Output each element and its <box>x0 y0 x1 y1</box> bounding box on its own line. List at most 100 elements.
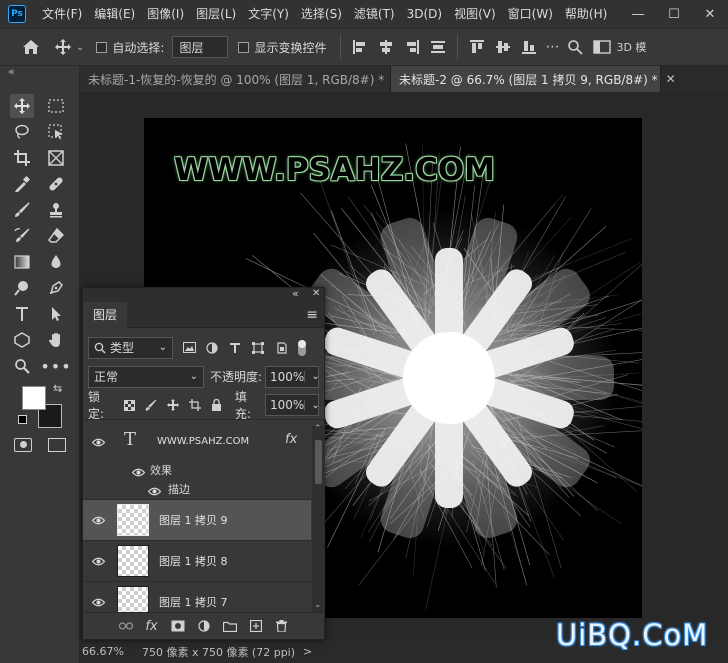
eye-icon[interactable] <box>147 485 162 499</box>
menu-edit[interactable]: 编辑(E) <box>88 0 141 28</box>
menu-help[interactable]: 帮助(H) <box>559 0 613 28</box>
menu-file[interactable]: 文件(F) <box>36 0 88 28</box>
tab-untitled-1[interactable]: 未标题-1-恢复的-恢复的 @ 100% (图层 1, RGB/8#) * ✕ <box>80 66 402 92</box>
menu-image[interactable]: 图像(I) <box>141 0 190 28</box>
align-top-icon[interactable] <box>469 39 485 55</box>
scroll-up-icon[interactable]: ⌃ <box>314 424 322 434</box>
shape-filter-icon[interactable] <box>251 341 265 355</box>
eye-icon[interactable] <box>131 466 146 480</box>
more-tools-icon[interactable]: ••• <box>40 354 70 378</box>
layer-row[interactable]: 图层 1 拷贝 8 <box>83 541 311 582</box>
crop-tool-icon[interactable] <box>10 146 34 170</box>
layer-row[interactable]: 图层 1 拷贝 9 <box>83 500 311 541</box>
delete-layer-icon[interactable] <box>274 618 290 634</box>
menu-view[interactable]: 视图(V) <box>448 0 502 28</box>
eye-icon[interactable] <box>83 557 113 566</box>
blend-mode-dropdown[interactable]: 正常 ⌄ <box>88 365 204 388</box>
text-layer-row[interactable]: T WWW.PSAHZ.COM fx 效果 描边 <box>83 426 311 500</box>
close-window-button[interactable]: ✕ <box>692 0 728 28</box>
eraser-tool-icon[interactable] <box>44 224 68 248</box>
add-mask-icon[interactable] <box>170 618 186 634</box>
zoom-level[interactable]: 66.67% <box>82 645 124 658</box>
adjustment-filter-icon[interactable] <box>205 341 219 355</box>
more-options-icon[interactable]: ⋯ <box>545 39 559 55</box>
swap-colors-icon[interactable]: ⇆ <box>53 382 62 395</box>
lock-transparency-icon[interactable] <box>123 398 137 412</box>
link-layers-icon[interactable] <box>118 618 134 634</box>
frame-tool-icon[interactable] <box>44 146 68 170</box>
distribute-icon[interactable] <box>430 39 446 55</box>
lock-position-icon[interactable] <box>166 398 180 412</box>
chevron-down-icon[interactable]: ⌄ <box>304 371 320 382</box>
quick-mask-icon[interactable] <box>14 438 32 452</box>
close-icon[interactable]: ✕ <box>666 72 676 86</box>
align-middle-icon[interactable] <box>495 39 511 55</box>
foreground-color-swatch[interactable] <box>22 386 46 410</box>
object-select-tool-icon[interactable] <box>44 120 68 144</box>
adjustment-layer-icon[interactable] <box>196 618 212 634</box>
move-tool-icon[interactable] <box>10 94 34 118</box>
eye-icon[interactable] <box>83 516 113 525</box>
lock-artboard-icon[interactable] <box>188 398 202 412</box>
scrollbar-thumb[interactable] <box>315 440 322 484</box>
lock-pixels-icon[interactable] <box>145 398 159 412</box>
gradient-tool-icon[interactable] <box>10 250 34 274</box>
clone-stamp-tool-icon[interactable] <box>44 198 68 222</box>
fill-input[interactable]: 100% ⌄ <box>265 394 320 416</box>
move-tool-icon[interactable] <box>54 38 72 56</box>
eyedropper-tool-icon[interactable] <box>10 172 34 196</box>
smart-object-filter-icon[interactable] <box>274 341 288 355</box>
screen-mode-icon[interactable] <box>48 438 66 452</box>
3d-mode-label[interactable]: 3D 模 <box>616 39 646 55</box>
brush-tool-icon[interactable] <box>10 198 34 222</box>
menu-filter[interactable]: 滤镜(T) <box>348 0 401 28</box>
type-tool-icon[interactable] <box>10 302 34 326</box>
chevron-down-icon[interactable]: ⌄ <box>76 42 84 53</box>
new-layer-icon[interactable] <box>248 618 264 634</box>
path-selection-tool-icon[interactable] <box>44 302 68 326</box>
scroll-down-icon[interactable]: ⌄ <box>314 600 322 610</box>
layer-list-scrollbar[interactable]: ⌃ ⌄ <box>312 424 325 616</box>
chevron-down-icon[interactable]: ⌄ <box>304 399 320 411</box>
tab-untitled-2[interactable]: 未标题-2 @ 66.7% (图层 1 拷贝 9, RGB/8#) * ✕ <box>391 66 676 92</box>
tab-layers[interactable]: 图层 <box>83 301 128 328</box>
lasso-tool-icon[interactable] <box>10 120 34 144</box>
healing-brush-tool-icon[interactable] <box>44 172 68 196</box>
hand-tool-icon[interactable] <box>44 328 68 352</box>
dodge-tool-icon[interactable] <box>10 276 34 300</box>
eye-icon[interactable] <box>83 598 113 607</box>
search-icon[interactable] <box>567 39 584 55</box>
panel-menu-icon[interactable]: ≡ <box>306 307 318 323</box>
type-filter-icon[interactable] <box>228 341 242 355</box>
menu-window[interactable]: 窗口(W) <box>502 0 559 28</box>
menu-type[interactable]: 文字(Y) <box>242 0 295 28</box>
close-panel-button[interactable]: ✕ <box>312 288 320 299</box>
eye-icon[interactable] <box>91 436 106 450</box>
new-group-icon[interactable] <box>222 618 238 634</box>
add-style-icon[interactable]: fx <box>144 618 160 634</box>
fx-icon[interactable]: fx <box>285 432 297 447</box>
default-colors-icon[interactable] <box>18 415 27 424</box>
blur-tool-icon[interactable] <box>44 250 68 274</box>
show-transform-checkbox[interactable] <box>238 41 250 53</box>
home-icon[interactable] <box>22 39 40 55</box>
zoom-tool-icon[interactable] <box>10 354 34 378</box>
menu-layer[interactable]: 图层(L) <box>190 0 242 28</box>
filter-kind-dropdown[interactable]: 类型 ⌄ <box>88 336 173 359</box>
shape-tool-icon[interactable] <box>10 328 34 352</box>
layer-row[interactable]: 图层 1 拷贝 7 <box>83 582 311 616</box>
pen-tool-icon[interactable] <box>44 276 68 300</box>
collapse-panel-button[interactable]: « <box>292 287 299 300</box>
menu-select[interactable]: 选择(S) <box>295 0 348 28</box>
align-left-icon[interactable] <box>352 39 368 55</box>
auto-select-checkbox[interactable] <box>96 41 108 53</box>
menu-3d[interactable]: 3D(D) <box>401 0 448 28</box>
maximize-button[interactable]: ☐ <box>656 0 692 28</box>
workspace-icon[interactable] <box>593 40 612 54</box>
align-bottom-icon[interactable] <box>521 39 537 55</box>
pixel-filter-icon[interactable] <box>182 341 196 355</box>
align-center-icon[interactable] <box>378 39 394 55</box>
filter-toggle[interactable] <box>298 339 306 356</box>
minimize-button[interactable]: — <box>620 0 656 28</box>
align-right-icon[interactable] <box>404 39 420 55</box>
